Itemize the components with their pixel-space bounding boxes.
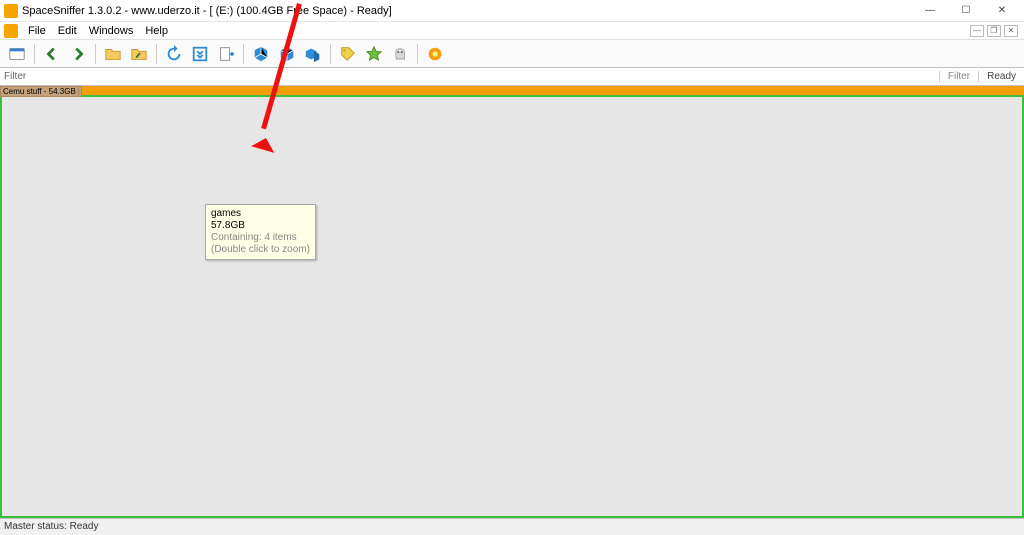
cemu-games-header[interactable]: Games - 35.4GB bbox=[1, 96, 65, 97]
tag-button[interactable] bbox=[337, 43, 359, 65]
status-bar: Master status: Ready bbox=[0, 518, 1024, 535]
cemu1224-header[interactable]: cemu_1.22.4 - 11.3GB bbox=[1, 96, 79, 97]
refresh-button[interactable] bbox=[163, 43, 185, 65]
worknc-header[interactable]: Work NC - bbox=[1, 96, 42, 97]
view-cube3-button[interactable] bbox=[302, 43, 324, 65]
pagefile-block[interactable]: pagefile.sys 9.7GB bbox=[1, 96, 3, 97]
root-header[interactable]: E:\ - 376.0GB bbox=[0, 86, 1024, 95]
toolbar bbox=[0, 40, 1024, 68]
filter-label: Filter bbox=[0, 71, 30, 82]
view-cube1-button[interactable] bbox=[250, 43, 272, 65]
export-button[interactable] bbox=[215, 43, 237, 65]
app-icon bbox=[4, 24, 18, 38]
cemubak-header[interactable]: Cemu backup folder - 7 bbox=[1, 96, 79, 97]
mdi-minimize-button[interactable]: — bbox=[970, 25, 984, 37]
menu-edit[interactable]: Edit bbox=[52, 23, 83, 39]
maximize-button[interactable]: ☐ bbox=[948, 1, 984, 21]
settings-button[interactable] bbox=[424, 43, 446, 65]
filter-button[interactable]: Filter bbox=[939, 71, 978, 82]
filter-ready-label: Ready bbox=[978, 71, 1024, 82]
app-icon bbox=[4, 4, 18, 18]
menu-windows[interactable]: Windows bbox=[83, 23, 140, 39]
ghost-button[interactable] bbox=[389, 43, 411, 65]
new-scan-button[interactable] bbox=[6, 43, 28, 65]
nav-forward-button[interactable] bbox=[67, 43, 89, 65]
filter-input[interactable] bbox=[30, 70, 939, 84]
cemu-header[interactable]: Cemu stuff - 54.3GB bbox=[1, 87, 78, 96]
minimize-button[interactable]: — bbox=[912, 1, 948, 21]
menu-file[interactable]: File bbox=[22, 23, 52, 39]
nav-back-button[interactable] bbox=[41, 43, 63, 65]
close-button[interactable]: ✕ bbox=[984, 1, 1020, 21]
mdi-restore-button[interactable]: ❐ bbox=[987, 25, 1001, 37]
menu-help[interactable]: Help bbox=[139, 23, 174, 39]
folder-open-button[interactable] bbox=[102, 43, 124, 65]
zoom-out-button[interactable] bbox=[128, 43, 150, 65]
star-button[interactable] bbox=[363, 43, 385, 65]
window-title: SpaceSniffer 1.3.0.2 - www.uderzo.it - [… bbox=[22, 5, 912, 17]
tooltip: games 57.8GB Containing: 4 items (Double… bbox=[205, 204, 316, 260]
treemap[interactable]: E:\ - 376.0GB other drive - 166.4GB NDS … bbox=[0, 86, 1024, 518]
mdi-close-button[interactable]: ✕ bbox=[1004, 25, 1018, 37]
collapse-button[interactable] bbox=[189, 43, 211, 65]
